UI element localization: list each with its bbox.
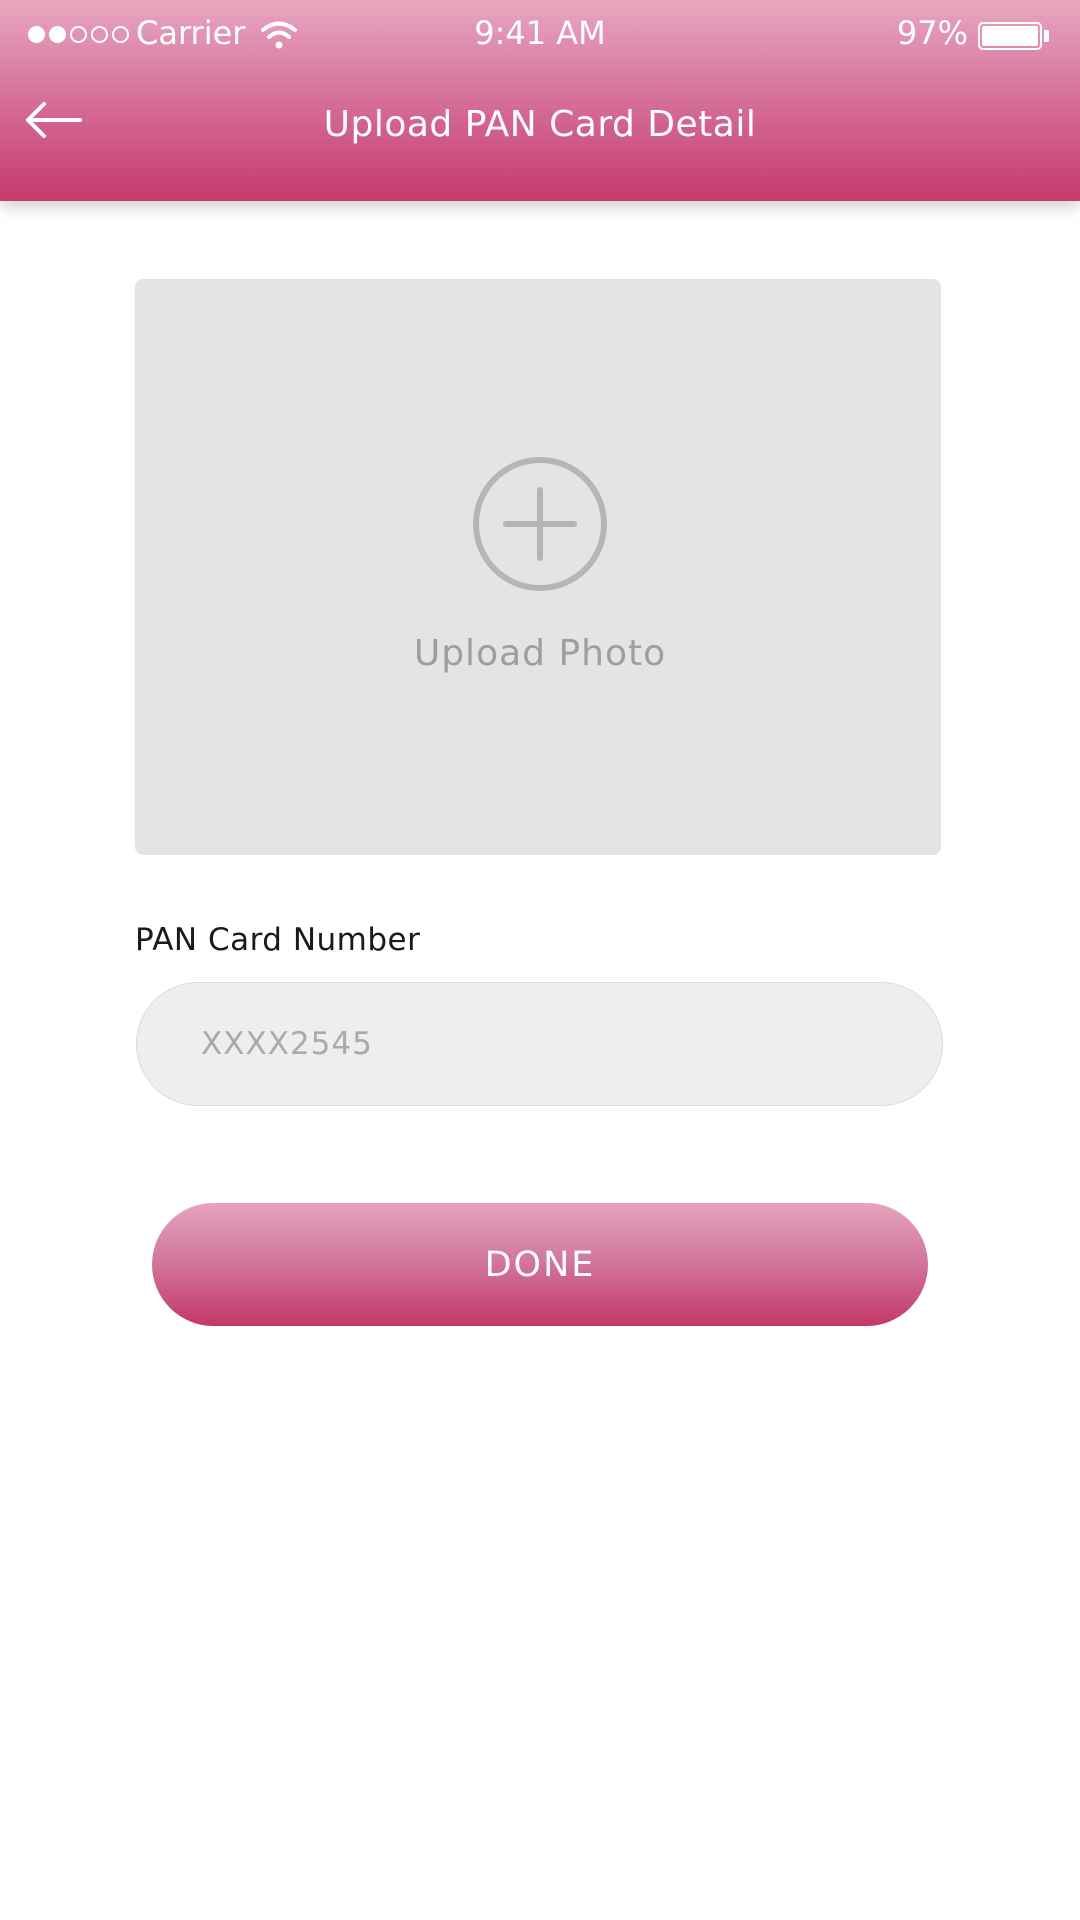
pan-card-number-label: PAN Card Number bbox=[135, 922, 421, 958]
battery-icon bbox=[978, 22, 1042, 50]
page-title: Upload PAN Card Detail bbox=[323, 104, 757, 145]
status-bar: Carrier 9:41 AM 97% bbox=[0, 0, 1080, 70]
done-button[interactable]: DONE bbox=[152, 1203, 928, 1326]
pan-card-number-input[interactable] bbox=[136, 982, 943, 1106]
battery-level bbox=[982, 26, 1038, 46]
upload-photo-label: Upload Photo bbox=[413, 633, 667, 674]
done-button-label: DONE bbox=[484, 1244, 596, 1285]
upload-pan-card-screen: Carrier 9:41 AM 97% Upload PAN Card Deta… bbox=[0, 0, 1080, 1920]
app-header: Carrier 9:41 AM 97% Upload PAN Card Deta… bbox=[0, 0, 1080, 201]
battery-cap bbox=[1044, 30, 1049, 42]
battery-percentage: 97% bbox=[896, 14, 968, 52]
plus-circle-icon[interactable] bbox=[473, 457, 607, 591]
